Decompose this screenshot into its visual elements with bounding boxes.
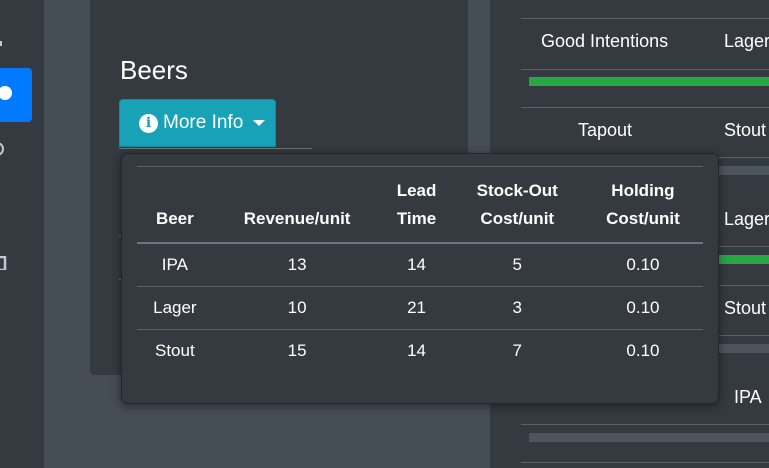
more-info-label: More Info [163,112,244,133]
sidebar-item-active[interactable] [0,68,32,122]
right-row-1-left: Good Intentions [541,31,669,51]
divider [521,462,769,463]
table-cell: 21 [381,286,452,330]
progress-bar [529,77,769,86]
table-cell: 15 [287,341,307,360]
sidebar [0,0,44,468]
sidebar-icon-5[interactable] [0,256,8,270]
chevron-down-icon [253,120,266,126]
table-cell: 0.10 [626,341,660,360]
right-row-4-right: Stout [724,298,767,318]
right-row-2-right: Stout [724,120,767,140]
column-header-holding-cost: Holding Cost/unit [582,166,703,244]
table-cell: Lager [137,286,213,330]
table-row: IPA 13 14 5 0.10 [137,243,703,287]
table-cell: 7 [512,341,522,360]
table-cell: IPA [137,243,213,287]
sidebar-icon-3[interactable] [0,142,8,156]
right-row-5-right: IPA [734,387,762,407]
sidebar-item-active-icon [0,86,12,100]
beer-info-table: Beer Revenue/unit Lead Time Stock-Out Cost… [137,166,703,372]
column-header-stockout-cost: Stock-Out Cost/unit [451,166,583,244]
divider [521,69,769,70]
right-row-2-left: Tapout [578,120,633,140]
progress-fill [529,77,769,86]
info-icon: i [139,113,158,133]
column-header-revenue: Revenue/unit [212,166,382,244]
table-cell: 5 [451,243,583,287]
right-row-3-right: Lager [724,209,769,229]
more-info-button[interactable]: i More Info [119,99,276,147]
table-cell: 14 [381,243,452,287]
beers-title: Beers [120,55,188,85]
sidebar-icon-4[interactable] [0,200,8,214]
table-cell: 13 [212,243,382,287]
table-cell: 0.10 [582,286,703,330]
table-cell: 14 [407,341,427,360]
more-info-popover: Beer Revenue/unit Lead Time Stock-Out Cost… [121,153,719,404]
table-cell: 3 [451,286,583,330]
table-row: Stout 15 14 7 0.10 [137,330,703,373]
column-header-beer: Beer [137,166,213,244]
right-row-1-right: Lager [724,31,769,51]
sidebar-icon-1[interactable] [0,34,8,48]
divider [521,424,769,425]
column-header-lead-time: Lead Time [381,166,452,244]
table-cell: 10 [212,286,382,330]
progress-bar [529,433,769,442]
table-row: Lager 10 21 3 0.10 [137,286,703,330]
table-cell: Stout [155,341,195,360]
divider [521,18,769,19]
divider [119,148,312,149]
table-cell: 0.10 [582,243,703,287]
divider [521,107,769,108]
content-gutter [44,0,90,468]
table-header-row: Beer Revenue/unit Lead Time Stock-Out Cost… [137,166,703,244]
